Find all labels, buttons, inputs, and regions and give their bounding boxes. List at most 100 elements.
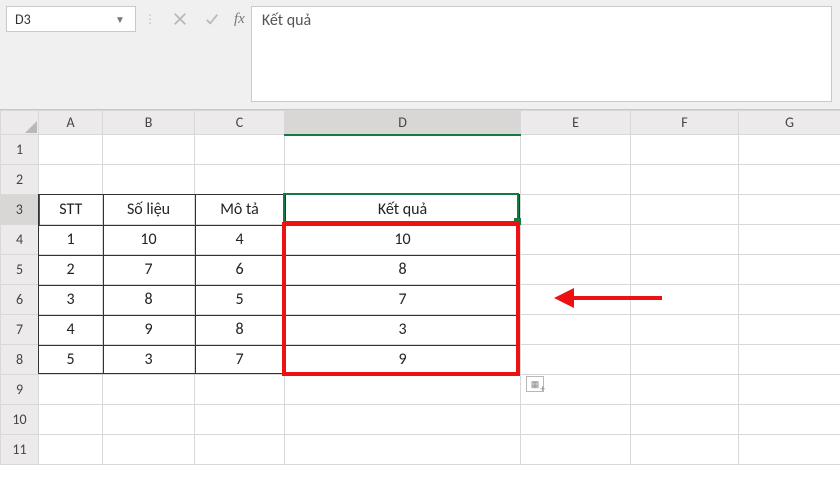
- cell-G10[interactable]: [739, 405, 840, 435]
- cell-F4[interactable]: [631, 225, 739, 255]
- cell-A2[interactable]: [39, 165, 103, 195]
- cell-F11[interactable]: [631, 435, 739, 465]
- cell-A7[interactable]: 4: [39, 315, 103, 345]
- cell-G1[interactable]: [739, 135, 840, 165]
- cell-B3[interactable]: Số liệu: [103, 195, 195, 225]
- cell-A6[interactable]: 3: [39, 285, 103, 315]
- cancel-icon[interactable]: [164, 6, 196, 32]
- cell-G3[interactable]: [739, 195, 840, 225]
- cell-G6[interactable]: [739, 285, 840, 315]
- cell-C8[interactable]: 7: [195, 345, 285, 375]
- cell-F7[interactable]: [631, 315, 739, 345]
- cell-D4[interactable]: 10: [285, 225, 521, 255]
- cell-B6[interactable]: 8: [103, 285, 195, 315]
- name-box[interactable]: D3 ▼: [6, 6, 136, 32]
- cell-D5[interactable]: 8: [285, 255, 521, 285]
- cell-D9[interactable]: [285, 375, 521, 405]
- cell-F10[interactable]: [631, 405, 739, 435]
- cell-A5[interactable]: 2: [39, 255, 103, 285]
- cell-D11[interactable]: [285, 435, 521, 465]
- cell-G7[interactable]: [739, 315, 840, 345]
- col-header-A[interactable]: A: [39, 111, 103, 135]
- cell-E3[interactable]: [521, 195, 631, 225]
- cell-A1[interactable]: [39, 135, 103, 165]
- cell-D7[interactable]: 3: [285, 315, 521, 345]
- cell-G9[interactable]: [739, 375, 840, 405]
- row-header-7[interactable]: 7: [1, 315, 39, 345]
- cell-E8[interactable]: [521, 345, 631, 375]
- cell-E7[interactable]: [521, 315, 631, 345]
- col-header-G[interactable]: G: [739, 111, 840, 135]
- cell-D3[interactable]: Kết quả: [285, 195, 521, 225]
- cell-D6[interactable]: 7: [285, 285, 521, 315]
- dropdown-icon[interactable]: ▼: [113, 13, 127, 26]
- cell-C9[interactable]: [195, 375, 285, 405]
- grid[interactable]: ABCDEFG 123STTSố liệuMô tảKết quả4110410…: [0, 110, 840, 465]
- cell-B7[interactable]: 9: [103, 315, 195, 345]
- cell-B9[interactable]: [103, 375, 195, 405]
- cell-F8[interactable]: [631, 345, 739, 375]
- cell-D1[interactable]: [285, 135, 521, 165]
- cell-C1[interactable]: [195, 135, 285, 165]
- row-header-3[interactable]: 3: [1, 195, 39, 225]
- fx-icon[interactable]: fx: [228, 6, 251, 32]
- cell-A4[interactable]: 1: [39, 225, 103, 255]
- row-header-4[interactable]: 4: [1, 225, 39, 255]
- col-header-D[interactable]: D: [285, 111, 521, 135]
- cell-B11[interactable]: [103, 435, 195, 465]
- cell-A10[interactable]: [39, 405, 103, 435]
- cell-C6[interactable]: 5: [195, 285, 285, 315]
- cell-B8[interactable]: 3: [103, 345, 195, 375]
- cell-F5[interactable]: [631, 255, 739, 285]
- col-header-B[interactable]: B: [103, 111, 195, 135]
- cell-C4[interactable]: 4: [195, 225, 285, 255]
- cell-F2[interactable]: [631, 165, 739, 195]
- enter-icon[interactable]: [196, 6, 228, 32]
- cell-B2[interactable]: [103, 165, 195, 195]
- cell-D10[interactable]: [285, 405, 521, 435]
- cell-G2[interactable]: [739, 165, 840, 195]
- formula-input[interactable]: Kết quả: [251, 6, 832, 102]
- col-header-F[interactable]: F: [631, 111, 739, 135]
- cell-G11[interactable]: [739, 435, 840, 465]
- cell-C2[interactable]: [195, 165, 285, 195]
- cell-F9[interactable]: [631, 375, 739, 405]
- cell-G4[interactable]: [739, 225, 840, 255]
- cell-A11[interactable]: [39, 435, 103, 465]
- row-header-2[interactable]: 2: [1, 165, 39, 195]
- cell-A8[interactable]: 5: [39, 345, 103, 375]
- cell-E2[interactable]: [521, 165, 631, 195]
- cell-F1[interactable]: [631, 135, 739, 165]
- cell-D8[interactable]: 9: [285, 345, 521, 375]
- row-header-6[interactable]: 6: [1, 285, 39, 315]
- row-header-10[interactable]: 10: [1, 405, 39, 435]
- autofill-options-icon[interactable]: ▦: [526, 376, 544, 392]
- cell-E6[interactable]: [521, 285, 631, 315]
- row-header-9[interactable]: 9: [1, 375, 39, 405]
- cell-A3[interactable]: STT: [39, 195, 103, 225]
- cell-E1[interactable]: [521, 135, 631, 165]
- row-header-1[interactable]: 1: [1, 135, 39, 165]
- cell-C11[interactable]: [195, 435, 285, 465]
- cell-B4[interactable]: 10: [103, 225, 195, 255]
- cell-E11[interactable]: [521, 435, 631, 465]
- row-header-11[interactable]: 11: [1, 435, 39, 465]
- cell-D2[interactable]: [285, 165, 521, 195]
- cell-F6[interactable]: [631, 285, 739, 315]
- cell-B10[interactable]: [103, 405, 195, 435]
- select-all-corner[interactable]: [1, 111, 39, 135]
- cell-C5[interactable]: 6: [195, 255, 285, 285]
- cell-G5[interactable]: [739, 255, 840, 285]
- col-header-C[interactable]: C: [195, 111, 285, 135]
- cell-E4[interactable]: [521, 225, 631, 255]
- cell-E10[interactable]: [521, 405, 631, 435]
- cell-B1[interactable]: [103, 135, 195, 165]
- cell-C3[interactable]: Mô tả: [195, 195, 285, 225]
- cell-G8[interactable]: [739, 345, 840, 375]
- cell-B5[interactable]: 7: [103, 255, 195, 285]
- cell-C10[interactable]: [195, 405, 285, 435]
- col-header-E[interactable]: E: [521, 111, 631, 135]
- cell-C7[interactable]: 8: [195, 315, 285, 345]
- row-header-8[interactable]: 8: [1, 345, 39, 375]
- cell-F3[interactable]: [631, 195, 739, 225]
